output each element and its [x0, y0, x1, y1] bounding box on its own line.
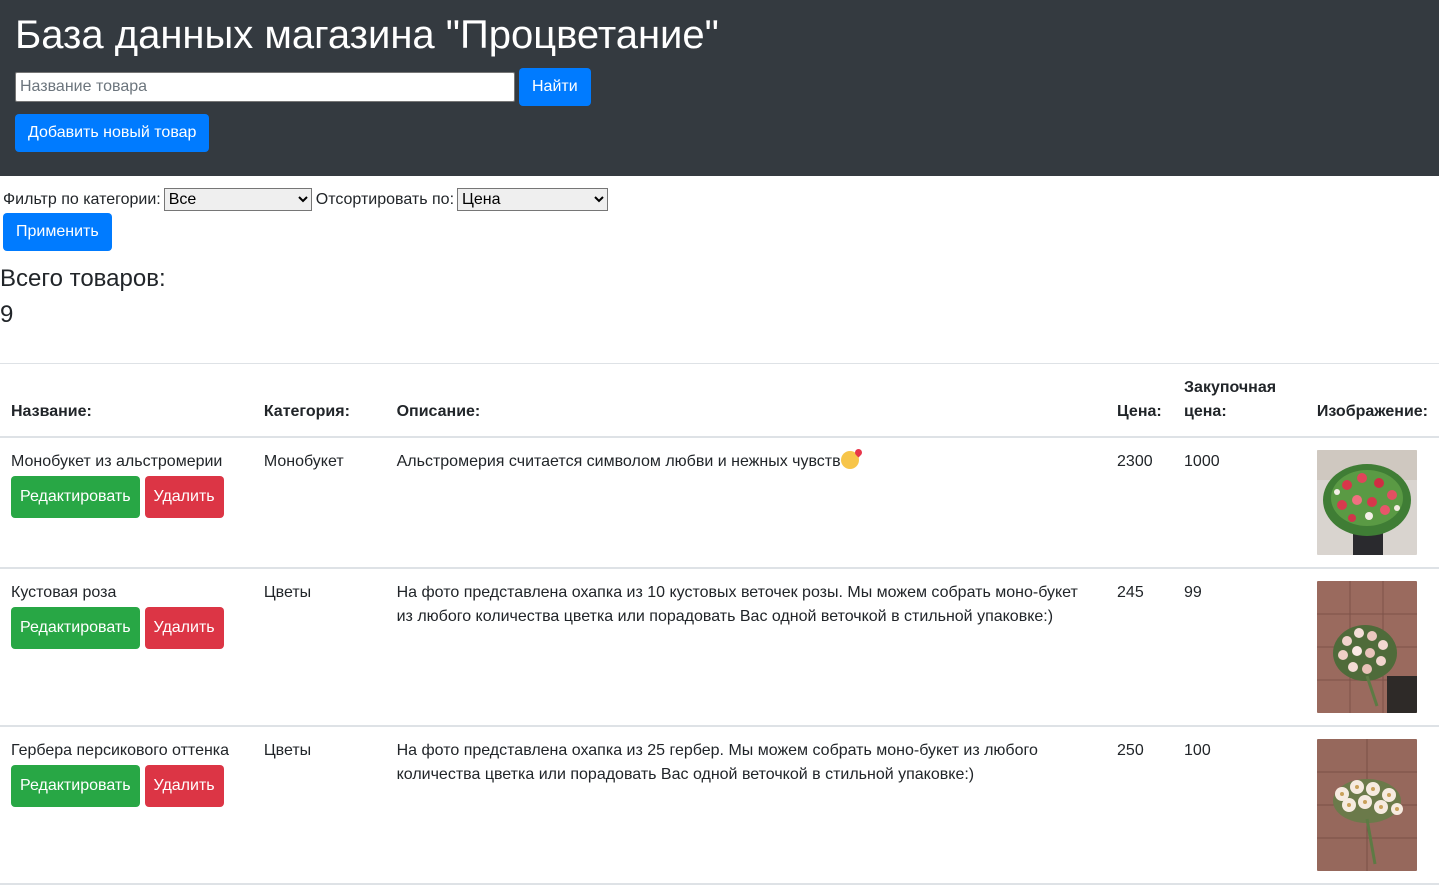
table-header-row: Название: Категория: Описание: Цена: Зак… [0, 363, 1439, 438]
product-purchase-price: 99 [1173, 568, 1306, 727]
column-header-description: Описание: [385, 363, 1107, 438]
product-price: 250 [1106, 726, 1174, 885]
delete-button[interactable]: Удалить [144, 607, 224, 649]
sort-select[interactable]: Цена [457, 188, 609, 211]
column-header-image: Изображение: [1305, 363, 1439, 438]
column-header-purchase-price: Закупочная цена: [1173, 363, 1306, 438]
gerbera-photo [1316, 739, 1417, 871]
product-price: 245 [1106, 568, 1174, 727]
page-header: База данных магазина "Процветание" Найти… [0, 0, 1439, 176]
product-description: На фото представлена охапка из 25 гербер… [385, 726, 1107, 885]
delete-button[interactable]: Удалить [144, 765, 224, 807]
product-name-cell: Гербера персикового оттенка Редактироват… [0, 726, 253, 885]
spray-rose-photo [1316, 581, 1417, 713]
total-products-label: Всего товаров: [0, 265, 166, 292]
product-category: Монобукет [252, 437, 386, 569]
product-purchase-price: 1000 [1173, 437, 1306, 569]
smiling-face-with-hearts-icon [840, 451, 859, 469]
product-price: 2300 [1106, 437, 1174, 569]
product-description: На фото представлена охапка из 10 кустов… [385, 568, 1107, 727]
row-actions: Редактировать Удалить [11, 765, 242, 807]
category-filter-label: Фильтр по категории: [3, 190, 161, 208]
edit-button[interactable]: Редактировать [11, 765, 140, 807]
add-product-button[interactable]: Добавить новый товар [15, 114, 210, 152]
product-name-cell: Монобукет из альстромерии Редактировать … [0, 437, 253, 569]
products-table: Название: Категория: Описание: Цена: Зак… [0, 363, 1439, 885]
product-category: Цветы [252, 726, 386, 885]
search-row: Найти [15, 68, 1424, 106]
product-description-cell: Альстромерия считается символом любви и … [385, 437, 1107, 569]
apply-button[interactable]: Применить [3, 213, 112, 251]
table-row: Гербера персикового оттенка Редактироват… [0, 726, 1439, 885]
alstroemeria-bouquet-photo [1316, 450, 1417, 555]
product-image-cell [1305, 437, 1439, 569]
category-filter-select[interactable]: Все [163, 188, 312, 211]
find-button[interactable]: Найти [519, 68, 591, 106]
delete-button[interactable]: Удалить [144, 476, 224, 518]
product-name: Гербера персикового оттенка [11, 742, 230, 759]
sort-label: Отсортировать по: [315, 190, 455, 208]
column-header-category: Категория: [252, 363, 386, 438]
row-actions: Редактировать Удалить [11, 607, 242, 649]
product-name: Монобукет из альстромерии [11, 453, 223, 470]
product-image-cell [1305, 726, 1439, 885]
search-input[interactable] [15, 72, 515, 102]
edit-button[interactable]: Редактировать [11, 607, 140, 649]
product-purchase-price: 100 [1173, 726, 1306, 885]
column-header-price: Цена: [1106, 363, 1174, 438]
table-row: Монобукет из альстромерии Редактировать … [0, 437, 1439, 569]
filters-bar: Фильтр по категории: Все Отсортировать п… [0, 176, 1439, 211]
product-category: Цветы [252, 568, 386, 727]
product-image-cell [1305, 568, 1439, 727]
column-header-name: Название: [0, 363, 253, 438]
product-description: Альстромерия считается символом любви и … [396, 453, 841, 470]
edit-button[interactable]: Редактировать [11, 476, 140, 518]
apply-row: Применить [0, 213, 1439, 251]
product-name: Кустовая роза [11, 584, 117, 601]
product-name-cell: Кустовая роза Редактировать Удалить [0, 568, 253, 727]
page-title: База данных магазина "Процветание" [15, 13, 719, 57]
row-actions: Редактировать Удалить [11, 476, 242, 518]
table-row: Кустовая роза Редактировать Удалить Цвет… [0, 568, 1439, 727]
total-products-count: 9 [0, 301, 14, 328]
